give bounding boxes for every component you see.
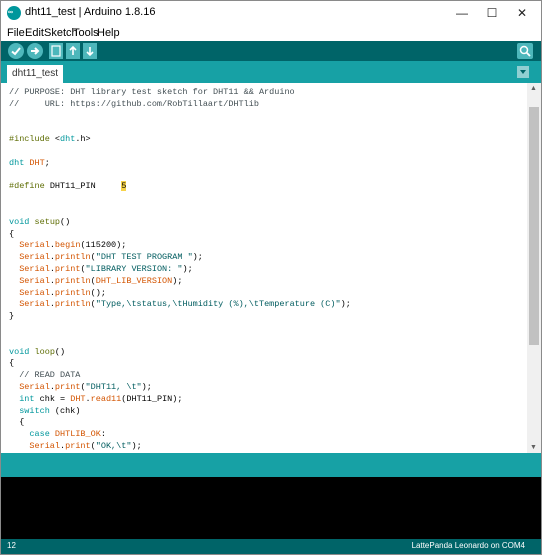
window-title: dht11_test | Arduino 1.8.16 — [25, 6, 156, 18]
scroll-up-icon[interactable]: ▲ — [530, 85, 537, 92]
vertical-scrollbar[interactable]: ▲ ▼ — [527, 83, 541, 453]
tab-menu-dropdown-icon[interactable] — [517, 66, 529, 78]
menu-edit[interactable]: Edit — [25, 27, 44, 39]
message-bar — [1, 453, 541, 477]
menu-bar: File Edit Sketch Tools Help — [1, 25, 541, 41]
tab-bar: dht11_test — [1, 61, 541, 83]
arduino-ide-window: ∞ dht11_test | Arduino 1.8.16 — ☐ ✕ File… — [0, 0, 542, 555]
output-console[interactable] — [1, 477, 541, 539]
menu-tools[interactable]: Tools — [73, 27, 99, 39]
code-line[interactable]: Serial.println(); — [9, 287, 106, 299]
serial-monitor-icon[interactable] — [517, 43, 533, 59]
status-bar: 12 LattePanda Leonardo on COM4 — [1, 539, 541, 554]
code-line[interactable]: { — [9, 357, 14, 369]
code-line[interactable]: void setup() — [9, 216, 70, 228]
open-icon[interactable] — [66, 43, 80, 59]
code-line[interactable]: void loop() — [9, 346, 65, 358]
code-editor[interactable]: // PURPOSE: DHT library test sketch for … — [1, 83, 527, 453]
code-line[interactable]: switch (chk) — [9, 405, 80, 417]
code-line[interactable]: #include <dht.h> — [9, 133, 91, 145]
code-line[interactable]: Serial.print("DHT11, \t"); — [9, 381, 152, 393]
code-line[interactable]: Serial.print("OK,\t"); — [9, 440, 141, 452]
new-icon[interactable] — [49, 43, 63, 59]
menu-file[interactable]: File — [7, 27, 25, 39]
scrollbar-thumb[interactable] — [529, 107, 539, 345]
code-line[interactable]: } — [9, 310, 14, 322]
toolbar — [1, 41, 541, 61]
code-line[interactable]: case DHTLIB_OK: — [9, 428, 106, 440]
title-bar: ∞ dht11_test | Arduino 1.8.16 — ☐ ✕ — [1, 1, 541, 25]
code-line[interactable]: int chk = DHT.read11(DHT11_PIN); — [9, 393, 182, 405]
code-line[interactable]: dht DHT; — [9, 157, 50, 169]
menu-help[interactable]: Help — [97, 27, 120, 39]
maximize-button[interactable]: ☐ — [477, 1, 507, 25]
code-line[interactable]: { — [9, 416, 24, 428]
board-port-label: LattePanda Leonardo on COM4 — [411, 541, 525, 550]
verify-icon[interactable] — [8, 43, 24, 59]
save-icon[interactable] — [83, 43, 97, 59]
code-line[interactable]: { — [9, 228, 14, 240]
minimize-button[interactable]: — — [447, 1, 477, 25]
upload-icon[interactable] — [27, 43, 43, 59]
line-number: 12 — [7, 541, 16, 550]
tab-dht11-test[interactable]: dht11_test — [7, 65, 63, 83]
code-line[interactable]: // READ DATA — [9, 369, 80, 381]
code-line[interactable]: Serial.println("DHT TEST PROGRAM "); — [9, 251, 203, 263]
code-line[interactable]: Serial.println(DHT_LIB_VERSION); — [9, 275, 182, 287]
code-line[interactable]: // URL: https://github.com/RobTillaart/D… — [9, 98, 259, 110]
code-line[interactable]: Serial.begin(115200); — [9, 239, 126, 251]
close-button[interactable]: ✕ — [507, 1, 537, 25]
code-line[interactable]: Serial.println("Type,\tstatus,\tHumidity… — [9, 298, 351, 310]
code-line[interactable]: Serial.print("LIBRARY VERSION: "); — [9, 263, 192, 275]
code-line[interactable]: // PURPOSE: DHT library test sketch for … — [9, 86, 295, 98]
arduino-logo-icon: ∞ — [7, 6, 21, 20]
code-line[interactable]: #define DHT11_PIN 5 — [9, 180, 127, 192]
scroll-down-icon[interactable]: ▼ — [530, 444, 537, 451]
